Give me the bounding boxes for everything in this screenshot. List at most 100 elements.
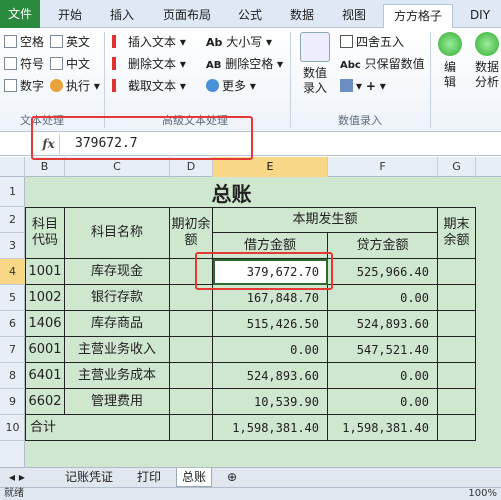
cell-name[interactable]: 主营业务成本 (65, 363, 170, 389)
cell-opening[interactable] (170, 415, 213, 441)
cell-credit[interactable]: 524,893.60 (328, 311, 438, 337)
tab-fangfang[interactable]: 方方格子 (383, 4, 453, 29)
cell-credit[interactable]: 0.00 (328, 389, 438, 415)
header-name[interactable]: 科目名称 (65, 207, 170, 259)
select-all-corner[interactable] (0, 157, 25, 177)
cell-debit[interactable]: 10,539.90 (213, 389, 328, 415)
column-header[interactable]: G (438, 157, 476, 177)
case-button[interactable]: Ab 大小写 ▾ (206, 34, 272, 51)
row-header[interactable]: 3 (0, 233, 25, 259)
data-analysis-button[interactable]: 数据 分析 (470, 32, 501, 90)
row-header[interactable]: 5 (0, 285, 25, 311)
cell-code[interactable]: 1002 (25, 285, 65, 311)
cell-debit[interactable]: 0.00 (213, 337, 328, 363)
sheet-nav-arrows[interactable]: ◂ ▸ (4, 468, 30, 487)
fx-icon[interactable]: fx (38, 134, 60, 154)
tab-home[interactable]: 开始 (50, 4, 90, 28)
symbol-checkbox[interactable]: 符号 (4, 56, 44, 72)
number-entry-button[interactable]: 数值 录入 (294, 32, 336, 96)
tab-file[interactable]: 文件 (0, 0, 40, 28)
chinese-checkbox[interactable]: 中文 (50, 56, 90, 72)
zoom-level[interactable]: 100% (468, 488, 497, 500)
cut-text-button[interactable]: 截取文本 ▾ (112, 78, 186, 94)
space-checkbox[interactable]: 空格 (4, 34, 44, 50)
cell-opening[interactable] (170, 363, 213, 389)
tab-page-layout[interactable]: 页面布局 (152, 4, 222, 28)
cell-closing[interactable] (438, 259, 476, 285)
column-header[interactable]: F (328, 157, 438, 177)
cell-closing[interactable] (438, 363, 476, 389)
cell-code[interactable]: 6602 (25, 389, 65, 415)
cell-name[interactable]: 银行存款 (65, 285, 170, 311)
row-header[interactable]: 1 (0, 177, 25, 207)
tab-data[interactable]: 数据 (282, 4, 322, 28)
header-code[interactable]: 科目代码 (25, 207, 65, 259)
edit-button[interactable]: 编 辑 (434, 32, 466, 90)
column-header[interactable]: D (170, 157, 213, 177)
column-header[interactable]: B (25, 157, 65, 177)
cell-name[interactable]: 主营业务收入 (65, 337, 170, 363)
cell-code[interactable]: 1406 (25, 311, 65, 337)
cell-closing[interactable] (438, 311, 476, 337)
cell-name[interactable]: 库存现金 (65, 259, 170, 285)
sheet-tab-active[interactable]: 总账 (176, 468, 213, 487)
add-sheet-icon[interactable]: ⊕ (222, 468, 242, 487)
header-period[interactable]: 本期发生额 (213, 207, 438, 233)
cell-total-label[interactable]: 合计 (25, 415, 170, 441)
cell-total-credit[interactable]: 1,598,381.40 (328, 415, 438, 441)
row-header[interactable]: 7 (0, 337, 25, 363)
row-header[interactable]: 6 (0, 311, 25, 337)
keep-value-button[interactable]: Abc 只保留数值 (340, 56, 425, 74)
cell-code[interactable]: 1001 (25, 259, 65, 285)
english-checkbox[interactable]: 英文 (50, 34, 90, 50)
tab-diy[interactable]: DIY (460, 4, 500, 28)
column-header[interactable]: C (65, 157, 170, 177)
cell-name[interactable]: 管理费用 (65, 389, 170, 415)
header-closing[interactable]: 期末余额 (438, 207, 476, 259)
sheet-tab[interactable]: 打印 (132, 468, 166, 487)
row-header[interactable]: 9 (0, 389, 25, 415)
cell-debit[interactable]: 524,893.60 (213, 363, 328, 389)
header-opening[interactable]: 期初余额 (170, 207, 213, 259)
cell-debit-selected[interactable]: 379,672.70 (213, 259, 328, 285)
cell-credit[interactable]: 0.00 (328, 285, 438, 311)
cell-opening[interactable] (170, 337, 213, 363)
header-credit[interactable]: 贷方金额 (328, 233, 438, 259)
edit-dropdown[interactable]: ▾ + ▾ (340, 78, 386, 94)
formula-input[interactable]: 379672.7 (75, 136, 138, 151)
cell-opening[interactable] (170, 311, 213, 337)
column-header[interactable]: E (213, 157, 328, 177)
row-header[interactable]: 2 (0, 207, 25, 233)
cell-debit[interactable]: 515,426.50 (213, 311, 328, 337)
sheet-title[interactable]: 总账 (25, 177, 438, 207)
more-button[interactable]: 更多 ▾ (206, 78, 256, 94)
tab-view[interactable]: 视图 (334, 4, 374, 28)
number-checkbox[interactable]: 数字 (4, 78, 44, 94)
row-header[interactable]: 10 (0, 415, 25, 441)
cell-closing[interactable] (438, 415, 476, 441)
row-header[interactable]: 8 (0, 363, 25, 389)
row-header[interactable]: 4 (0, 259, 25, 285)
cell-closing[interactable] (438, 389, 476, 415)
cell-closing[interactable] (438, 285, 476, 311)
delete-text-button[interactable]: 删除文本 ▾ (112, 56, 186, 72)
sheet-tab[interactable]: 记账凭证 (60, 468, 118, 487)
cell-code[interactable]: 6401 (25, 363, 65, 389)
round-button[interactable]: 四舍五入 (340, 34, 404, 50)
header-debit[interactable]: 借方金额 (213, 233, 328, 259)
cell-code[interactable]: 6001 (25, 337, 65, 363)
cell-opening[interactable] (170, 285, 213, 311)
cell-total-debit[interactable]: 1,598,381.40 (213, 415, 328, 441)
cell-credit[interactable]: 547,521.40 (328, 337, 438, 363)
cell-debit[interactable]: 167,848.70 (213, 285, 328, 311)
insert-text-button[interactable]: 插入文本 ▾ (112, 34, 186, 50)
tab-insert[interactable]: 插入 (102, 4, 142, 28)
cell-closing[interactable] (438, 337, 476, 363)
delete-space-button[interactable]: AB 删除空格 ▾ (206, 56, 283, 74)
tab-formulas[interactable]: 公式 (230, 4, 270, 28)
cell-opening[interactable] (170, 259, 213, 285)
execute-button[interactable]: 执行 ▾ (50, 78, 100, 94)
cell-credit[interactable]: 525,966.40 (328, 259, 438, 285)
cell-credit[interactable]: 0.00 (328, 363, 438, 389)
cell-opening[interactable] (170, 389, 213, 415)
